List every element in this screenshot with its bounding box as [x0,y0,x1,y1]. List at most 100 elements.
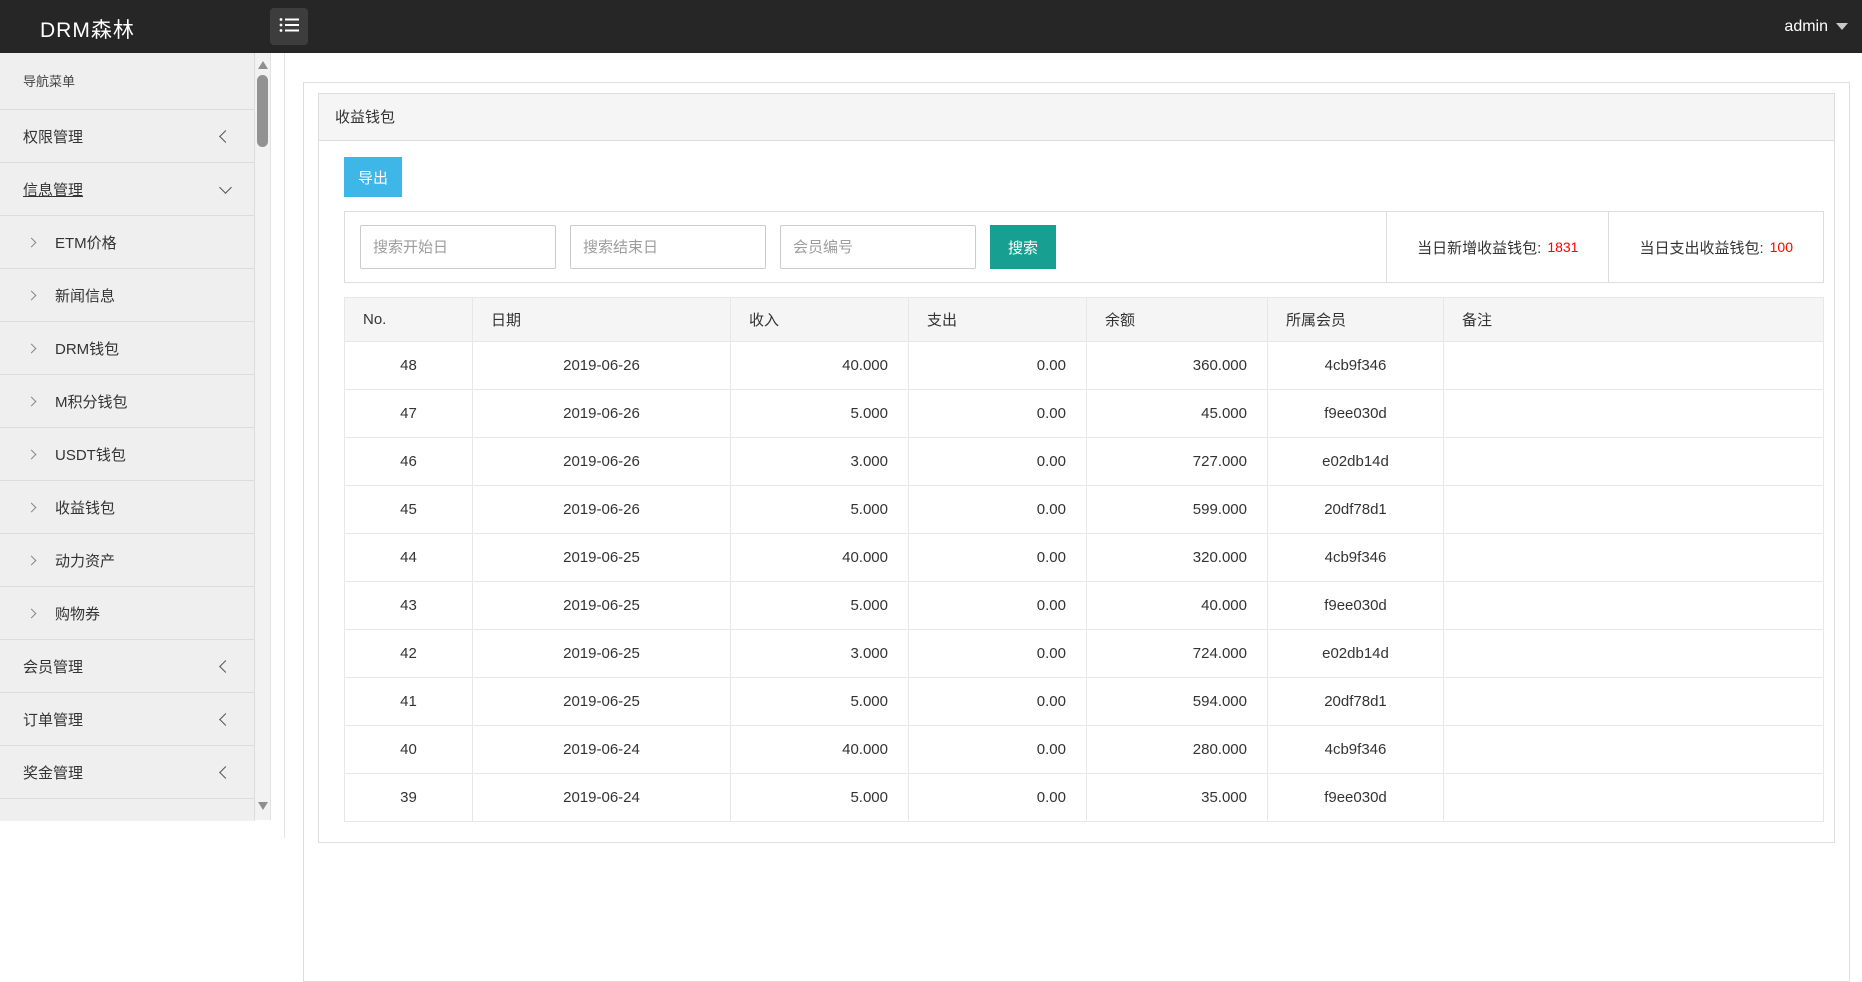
table-row: 412019-06-255.0000.00594.00020df78d1 [345,678,1824,726]
table-row: 482019-06-2640.0000.00360.0004cb9f346 [345,342,1824,390]
cell: 40.000 [731,534,909,582]
export-button[interactable]: 导出 [344,157,402,197]
cell: 599.000 [1087,486,1268,534]
cell: 2019-06-26 [473,486,731,534]
column-header: 日期 [473,298,731,342]
column-header: 备注 [1444,298,1824,342]
sidebar-item-label: 购物券 [55,603,100,624]
cell: 44 [345,534,473,582]
user-dropdown[interactable]: admin [1784,0,1848,53]
cell: 0.00 [909,486,1087,534]
sidebar: 导航菜单 权限管理信息管理ETM价格新闻信息 DRM钱包 M积分钱包 USDT钱包收益… [0,53,255,821]
cell: 4cb9f346 [1268,342,1444,390]
table-row: 442019-06-2540.0000.00320.0004cb9f346 [345,534,1824,582]
sidebar-toggle-button[interactable] [270,8,308,45]
cell: 39 [345,774,473,822]
sidebar-scrollbar[interactable] [255,53,271,820]
stat-spent-wallet: 当日支出收益钱包: 100 [1608,212,1823,282]
end-date-input[interactable] [570,225,766,269]
sidebar-item-新闻信息[interactable]: 新闻信息 [0,269,254,322]
chevron-left-icon [219,713,232,726]
sidebar-item-label: 权限管理 [23,126,83,147]
cell: 20df78d1 [1268,486,1444,534]
cell: 2019-06-26 [473,390,731,438]
sidebar-section-label: 导航菜单 [0,53,254,110]
cell: 0.00 [909,342,1087,390]
cell: 3.000 [731,438,909,486]
cell: f9ee030d [1268,390,1444,438]
scroll-down-icon[interactable] [258,802,268,810]
sidebar-item-label: DRM钱包 [55,338,119,359]
cell: 47 [345,390,473,438]
chevron-right-icon [27,502,37,512]
sidebar-item-权限管理[interactable]: 权限管理 [0,110,254,163]
sidebar-item-收益钱包[interactable]: 收益钱包 [0,481,254,534]
column-header: 收入 [731,298,909,342]
cell: 5.000 [731,774,909,822]
sidebar-item-label: USDT钱包 [55,444,126,465]
table-row: 462019-06-263.0000.00727.000e02db14d [345,438,1824,486]
cell: 5.000 [731,582,909,630]
panel-body: 导出 搜索 当日新增收益钱包: 1831 当日支出收益钱包: 100 [319,141,1834,842]
app-title: DRM森林 [40,14,135,44]
sidebar-menu: 权限管理信息管理ETM价格新闻信息 DRM钱包 M积分钱包 USDT钱包收益钱包动力资… [0,110,254,799]
table-header-row: No.日期收入支出余额所属会员备注 [345,298,1824,342]
start-date-input[interactable] [360,225,556,269]
chevron-right-icon [27,343,37,353]
cell: 43 [345,582,473,630]
table-row: 432019-06-255.0000.0040.000f9ee030d [345,582,1824,630]
cell [1444,774,1824,822]
chevron-right-icon [27,396,37,406]
cell: 35.000 [1087,774,1268,822]
cell [1444,726,1824,774]
stat-value: 100 [1770,239,1793,255]
cell [1444,534,1824,582]
cell: 46 [345,438,473,486]
search-fields: 搜索 [345,212,1386,282]
sidebar-item-label: 奖金管理 [23,762,83,783]
cell: 5.000 [731,678,909,726]
column-header: 所属会员 [1268,298,1444,342]
cell: 45.000 [1087,390,1268,438]
stat-value: 1831 [1547,239,1578,255]
caret-down-icon [1836,23,1848,30]
content-divider [284,53,285,838]
cell: 2019-06-26 [473,342,731,390]
sidebar-item-USDT钱包[interactable]: USDT钱包 [0,428,254,481]
sidebar-item-信息管理[interactable]: 信息管理 [0,163,254,216]
scroll-up-icon[interactable] [258,61,268,69]
cell: f9ee030d [1268,774,1444,822]
cell: 41 [345,678,473,726]
cell: 0.00 [909,630,1087,678]
cell: 2019-06-24 [473,726,731,774]
cell: 280.000 [1087,726,1268,774]
cell: 48 [345,342,473,390]
sidebar-item-ETM价格[interactable]: ETM价格 [0,216,254,269]
sidebar-item-M积分钱包[interactable]: M积分钱包 [0,375,254,428]
cell [1444,630,1824,678]
cell: 0.00 [909,582,1087,630]
table-row: 472019-06-265.0000.0045.000f9ee030d [345,390,1824,438]
sidebar-item-动力资产[interactable]: 动力资产 [0,534,254,587]
cell: 0.00 [909,534,1087,582]
cell: 42 [345,630,473,678]
column-header: 支出 [909,298,1087,342]
scrollbar-thumb[interactable] [257,75,268,147]
sidebar-item-DRM钱包[interactable]: DRM钱包 [0,322,254,375]
sidebar-item-会员管理[interactable]: 会员管理 [0,640,254,693]
cell: 4cb9f346 [1268,726,1444,774]
chevron-left-icon [219,660,232,673]
stat-new-wallet: 当日新增收益钱包: 1831 [1386,212,1608,282]
cell: 40 [345,726,473,774]
cell: 5.000 [731,390,909,438]
chevron-right-icon [27,555,37,565]
sidebar-item-奖金管理[interactable]: 奖金管理 [0,746,254,799]
cell: 2019-06-24 [473,774,731,822]
cell [1444,582,1824,630]
member-id-input[interactable] [780,225,976,269]
search-button[interactable]: 搜索 [990,225,1056,269]
cell: 0.00 [909,438,1087,486]
sidebar-item-label: 动力资产 [55,550,115,571]
sidebar-item-订单管理[interactable]: 订单管理 [0,693,254,746]
sidebar-item-购物券[interactable]: 购物券 [0,587,254,640]
